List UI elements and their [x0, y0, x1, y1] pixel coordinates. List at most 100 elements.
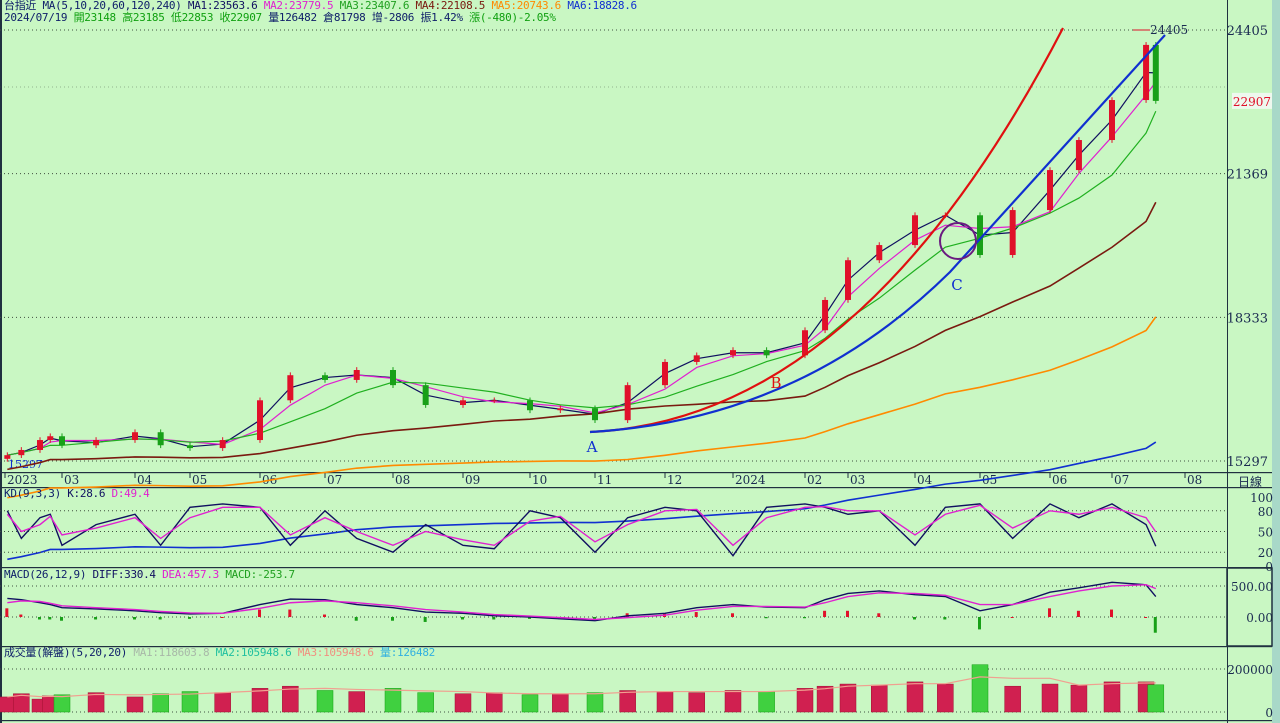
candle-body	[47, 436, 54, 441]
trend-curve-red	[589, 27, 1064, 434]
left-border	[0, 0, 2, 723]
macd-histogram-bar	[913, 617, 916, 620]
candle-body	[1109, 100, 1115, 141]
candle	[624, 382, 631, 424]
x-tick-label: 11	[597, 473, 612, 487]
volume-bar	[348, 691, 365, 713]
volume-bar	[126, 696, 144, 713]
candle	[763, 347, 770, 359]
macd-histogram-bar	[803, 617, 806, 619]
vol-ma1: MA1:118603.8	[133, 646, 210, 659]
candle-body	[693, 355, 700, 362]
kd-tick-label: 100	[1250, 491, 1273, 505]
candle-body	[1075, 140, 1082, 171]
volume-bar	[724, 690, 742, 713]
x-tick-label: 2024	[735, 473, 766, 487]
volume-bar	[53, 694, 71, 713]
volume-bar	[1147, 684, 1165, 713]
quote-change: 漲(-480)-2.05%	[469, 11, 556, 24]
candle	[422, 382, 429, 408]
candle	[257, 397, 263, 443]
macd-histogram-bar	[94, 617, 98, 620]
macd-histogram-bar	[258, 609, 261, 617]
candle-body	[592, 408, 598, 421]
macd-histogram-bar	[5, 608, 9, 617]
quote-volume: 量126482	[268, 11, 317, 24]
candle-body	[37, 440, 43, 450]
panel-divider	[0, 487, 1272, 489]
candle	[460, 397, 466, 408]
quote-high: 高23185	[122, 11, 165, 24]
candle	[1009, 207, 1016, 258]
macd-histogram-bar	[354, 617, 358, 621]
high-marker-label: 24405	[1150, 23, 1188, 37]
x-tick-label: 09	[465, 473, 480, 487]
candle-body	[460, 400, 466, 406]
candle	[390, 367, 396, 388]
candle	[845, 257, 851, 303]
volume-bar	[214, 692, 231, 713]
candle-body	[1009, 210, 1016, 256]
vol-ma2: MA2:105948.6	[215, 646, 292, 659]
x-tick-label: 05	[192, 473, 207, 487]
macd-histogram-bar	[60, 617, 63, 621]
candle-body	[257, 400, 263, 441]
stock-chart: 244052136918333152972290724405152972023 0…	[0, 0, 1280, 723]
macd-histogram-bar	[823, 610, 827, 617]
kd-k: K:28.6	[67, 487, 106, 500]
candle	[37, 437, 43, 453]
candle	[1075, 137, 1082, 173]
volume-bar	[521, 694, 539, 713]
volume-bar	[906, 681, 924, 713]
macd-histogram-bar	[158, 617, 162, 620]
macd-histogram-bar	[492, 617, 496, 620]
volume-bar	[87, 692, 105, 713]
candle	[219, 437, 226, 451]
volume-bar	[796, 688, 814, 713]
macd-histogram-bar	[188, 617, 191, 619]
last-price-label: 22907	[1233, 95, 1271, 109]
right-strip	[1272, 0, 1280, 723]
candle-body	[624, 385, 631, 421]
candle	[287, 372, 294, 404]
x-tick-label: 04	[917, 473, 933, 487]
macd-histogram-bar	[220, 617, 224, 618]
quote-oi-change: 增-2806	[371, 11, 415, 24]
macd-histogram-bar	[846, 610, 849, 617]
macd-histogram-bar	[1048, 608, 1051, 617]
price-tick-label: 15297	[1227, 455, 1268, 470]
candle-body	[1152, 44, 1159, 101]
macd-tick-label: 500.00	[1231, 580, 1273, 594]
volume-tick-label: 200000	[1227, 663, 1273, 677]
volume-bar	[282, 685, 299, 713]
trend-curve-blue	[589, 34, 1166, 434]
candle-body	[59, 436, 65, 446]
price-tick-label: 18333	[1227, 311, 1268, 326]
candle-body	[18, 449, 25, 456]
x-tick-label: 08	[1187, 473, 1202, 487]
candle-body	[322, 375, 328, 380]
price-tick-label: 24405	[1227, 24, 1268, 39]
annotation-label-c: C	[951, 276, 962, 294]
x-tick-label: 10	[532, 473, 547, 487]
period-label[interactable]: 日線	[1238, 473, 1262, 490]
candle-body	[157, 432, 164, 446]
volume-bar	[152, 693, 169, 713]
volume-bar	[1004, 685, 1021, 713]
quote-close: 收22907	[219, 11, 263, 24]
quote-low: 低22853	[170, 11, 214, 24]
candle-body	[187, 445, 193, 449]
x-tick-label: 03	[64, 473, 79, 487]
candle-body	[4, 455, 11, 459]
volume-bar	[871, 684, 888, 713]
macd-histogram-bar	[1076, 610, 1080, 617]
volume-bar	[552, 693, 569, 713]
volume-bar	[486, 692, 503, 713]
candle-body	[353, 370, 360, 380]
kd-tick-label: 80	[1258, 505, 1273, 519]
macd-histogram-bar	[694, 612, 698, 617]
candle-body	[822, 299, 829, 331]
kd-d: D:49.4	[111, 487, 150, 500]
vol-spec: 成交量(解盤)(5,20,20)	[4, 646, 128, 659]
macd-spec: MACD(26,12,9)	[4, 568, 87, 581]
